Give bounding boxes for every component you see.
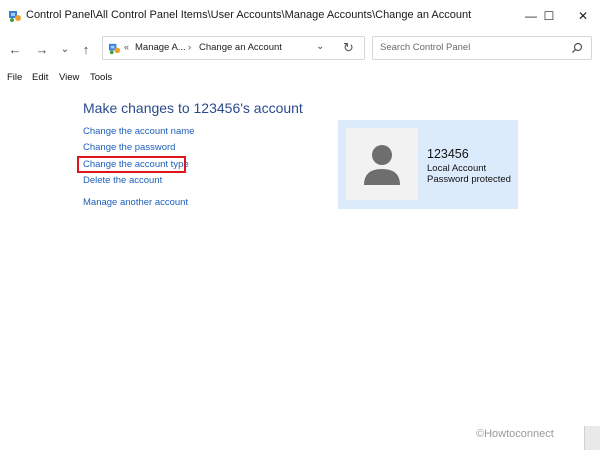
forward-button[interactable]: → xyxy=(34,41,50,57)
menu-file[interactable]: File xyxy=(7,72,22,83)
address-bar[interactable]: « Manage A... › Change an Account ⌄ ↻ xyxy=(102,36,365,60)
breadcrumb-manage-accounts[interactable]: Manage A... xyxy=(135,42,186,53)
forward-arrow-icon: → xyxy=(35,41,49,57)
page-title: Make changes to 123456's account xyxy=(83,100,303,116)
chevron-down-icon: ⌄ xyxy=(60,43,70,55)
menu-bar: File Edit View Tools xyxy=(0,70,600,86)
menu-tools[interactable]: Tools xyxy=(90,72,112,83)
maximize-icon: ☐ xyxy=(543,9,555,23)
maximize-button[interactable]: ☐ xyxy=(532,0,566,32)
close-button[interactable]: ✕ xyxy=(566,0,600,32)
window-title: Control Panel\All Control Panel Items\Us… xyxy=(26,9,472,21)
back-button[interactable]: ← xyxy=(7,41,23,57)
recent-locations-button[interactable]: ⌄ xyxy=(57,41,73,57)
avatar xyxy=(346,128,418,200)
address-dropdown-icon[interactable]: ⌄ xyxy=(316,41,324,52)
breadcrumb-separator-icon[interactable]: › xyxy=(188,42,191,53)
refresh-icon[interactable]: ↻ xyxy=(343,40,354,56)
search-input[interactable]: Search Control Panel xyxy=(380,42,470,53)
menu-view[interactable]: View xyxy=(59,72,79,83)
address-overflow-icon[interactable]: « xyxy=(124,42,129,52)
manage-another-account-link[interactable]: Manage another account xyxy=(83,197,188,208)
user-avatar-icon xyxy=(364,145,400,185)
menu-edit[interactable]: Edit xyxy=(32,72,48,83)
up-arrow-icon: ↑ xyxy=(82,41,90,57)
highlight-box xyxy=(77,156,186,173)
back-arrow-icon: ← xyxy=(8,41,22,57)
title-bar: Control Panel\All Control Panel Items\Us… xyxy=(0,0,600,32)
close-icon: ✕ xyxy=(577,9,589,23)
account-name: 123456 xyxy=(427,147,469,161)
delete-account-link[interactable]: Delete the account xyxy=(83,175,162,186)
up-button[interactable]: ↑ xyxy=(78,41,94,57)
watermark: ©Howtoconnect xyxy=(476,428,554,440)
change-password-link[interactable]: Change the password xyxy=(83,142,175,153)
account-password-status: Password protected xyxy=(427,174,511,185)
account-type: Local Account xyxy=(427,163,487,174)
breadcrumb-change-account[interactable]: Change an Account xyxy=(199,42,282,53)
control-panel-icon xyxy=(9,11,21,22)
control-panel-icon xyxy=(108,43,121,55)
search-icon[interactable] xyxy=(571,42,583,54)
scrollbar-corner xyxy=(584,426,600,450)
change-account-name-link[interactable]: Change the account name xyxy=(83,126,194,137)
search-box[interactable]: Search Control Panel xyxy=(372,36,592,60)
